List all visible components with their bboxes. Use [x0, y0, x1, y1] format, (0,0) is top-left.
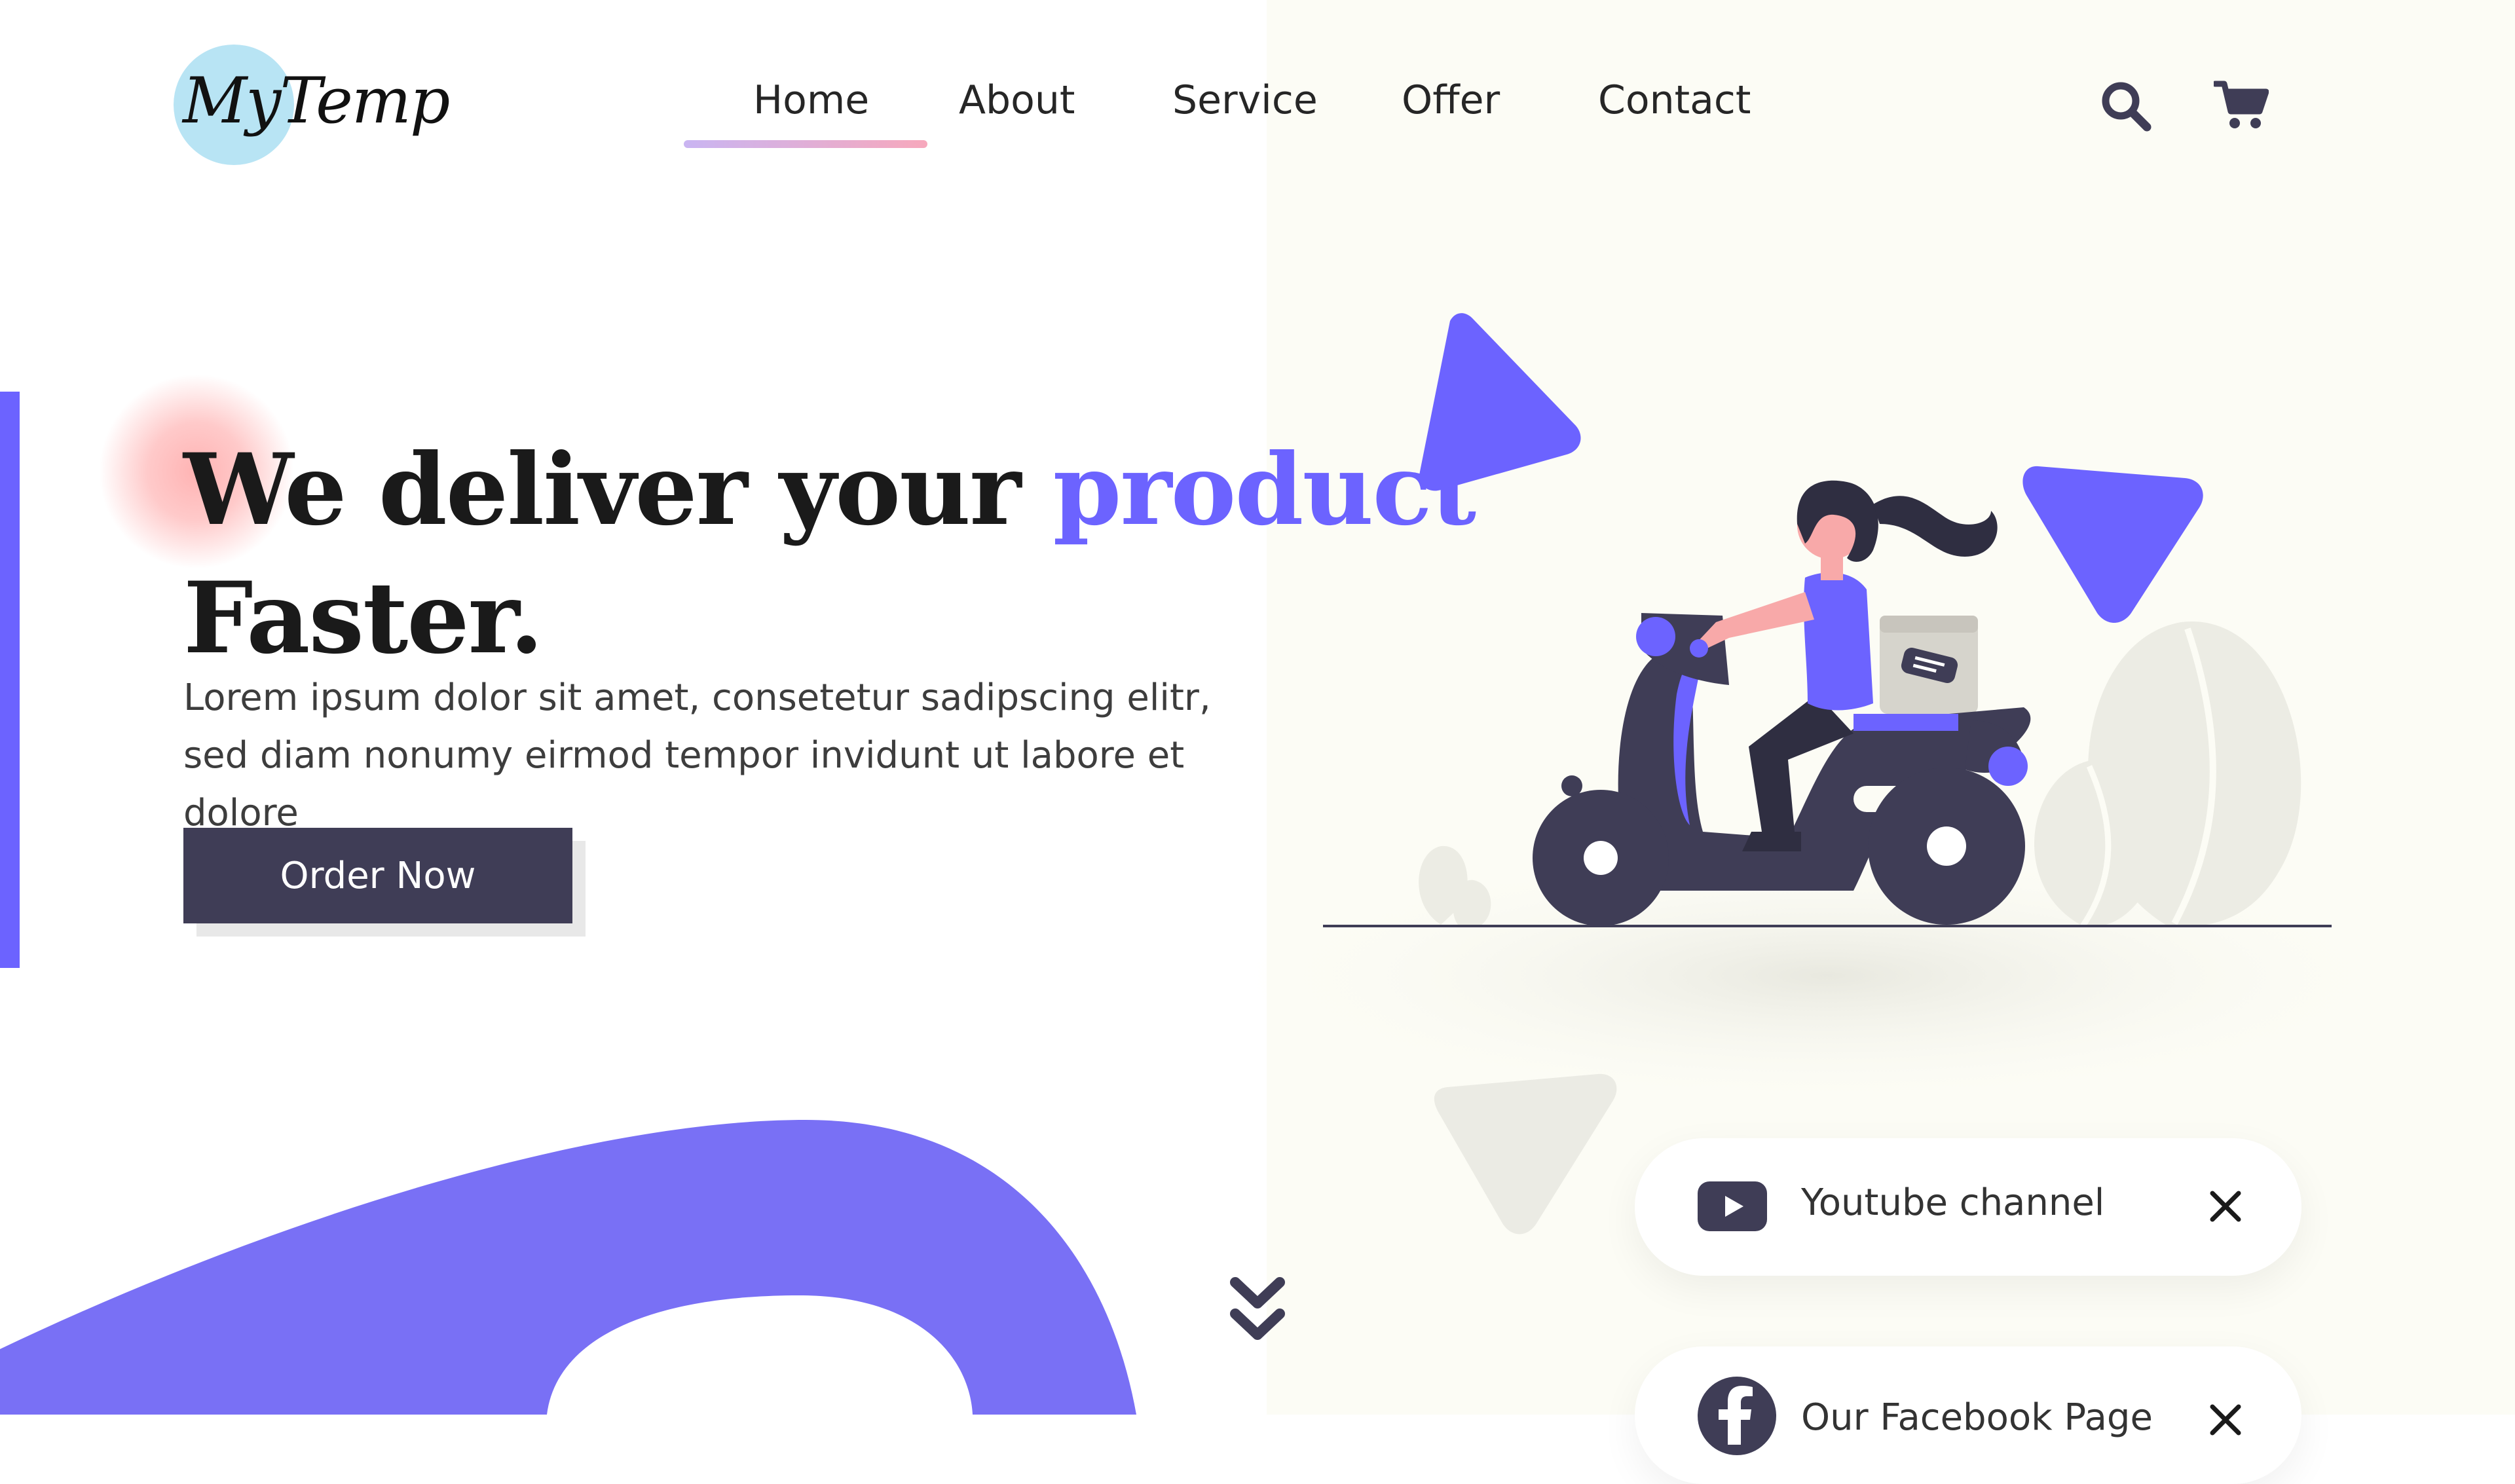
- close-icon[interactable]: [2208, 1189, 2243, 1226]
- youtube-card-label: Youtube channel: [1801, 1181, 2105, 1224]
- facebook-icon: [1698, 1377, 1776, 1458]
- facebook-card-label: Our Facebook Page: [1801, 1396, 2153, 1439]
- youtube-card[interactable]: Youtube channel: [1635, 1138, 2301, 1276]
- youtube-icon: [1698, 1181, 1767, 1234]
- facebook-card[interactable]: Our Facebook Page: [1635, 1346, 2301, 1484]
- close-icon[interactable]: [2208, 1403, 2243, 1439]
